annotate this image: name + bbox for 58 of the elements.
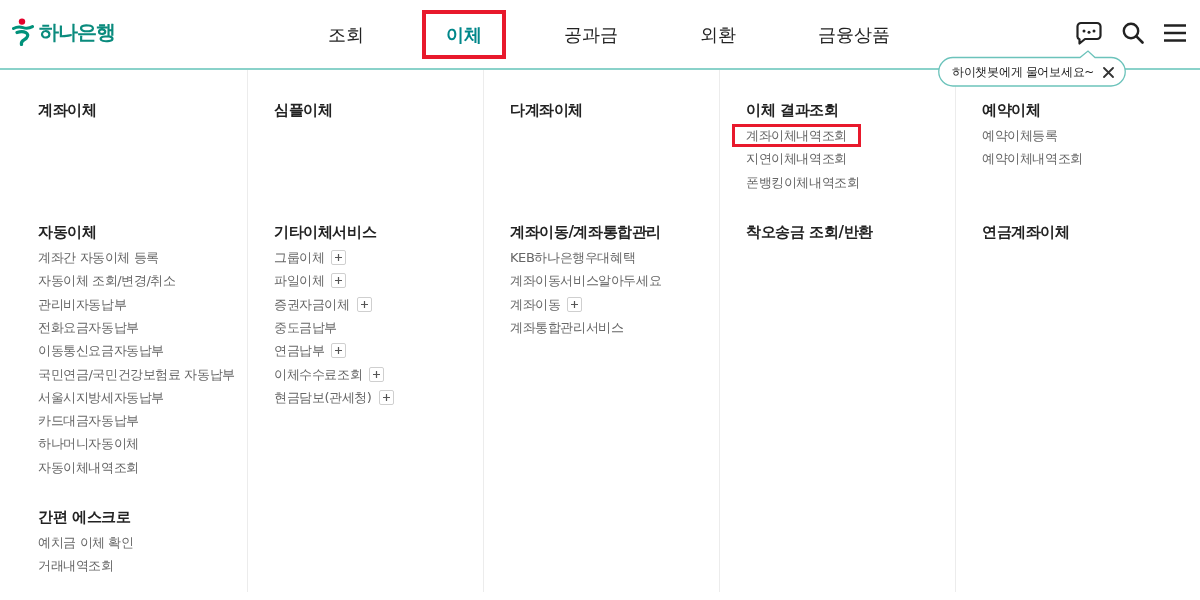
- menu-link[interactable]: KEB하나은행우대혜택: [510, 246, 636, 270]
- menu-link[interactable]: 관리비자동납부: [38, 292, 127, 316]
- menu-heading[interactable]: 자동이체: [38, 221, 228, 242]
- menu-link[interactable]: 그룹이체: [274, 246, 325, 270]
- menu-link[interactable]: 지연이체내역조회: [746, 147, 847, 171]
- menu-link[interactable]: 서울시지방세자동납부: [38, 385, 164, 409]
- plus-icon[interactable]: [331, 343, 347, 359]
- menu-link[interactable]: 파일이체: [274, 269, 325, 293]
- menu-link[interactable]: 예약이체내역조회: [982, 147, 1083, 171]
- menu-link[interactable]: 전화요금자동납부: [38, 315, 139, 339]
- menu-link[interactable]: 이체수수료조회: [274, 362, 363, 386]
- menu-heading[interactable]: 연금계좌이체: [982, 221, 1171, 242]
- menu-heading[interactable]: 심플이체: [274, 100, 464, 120]
- plus-icon[interactable]: [378, 389, 394, 405]
- menu-link[interactable]: 계좌간 자동이체 등록: [38, 246, 159, 270]
- chatbot-button[interactable]: [1076, 21, 1102, 45]
- menu-heading[interactable]: 예약이체: [982, 100, 1171, 120]
- menu-heading[interactable]: 다계좌이체: [510, 100, 700, 120]
- menu-button[interactable]: [1164, 24, 1186, 42]
- plus-icon[interactable]: [331, 273, 347, 289]
- menu-link[interactable]: 중도금납부: [274, 315, 337, 339]
- menu-link[interactable]: 계좌이동서비스알아두세요: [510, 269, 662, 293]
- menu-heading[interactable]: 기타이체서비스: [274, 221, 464, 242]
- nav-tab[interactable]: 이체: [422, 10, 506, 59]
- menu-heading[interactable]: 착오송금 조회/반환: [746, 221, 936, 242]
- logo-text[interactable]: 하나은행: [39, 18, 115, 46]
- menu-icon: [1164, 24, 1186, 42]
- chat-bubble-icon: [1076, 21, 1102, 45]
- menu-link[interactable]: 국민연금/국민건강보험료 자동납부: [38, 362, 235, 386]
- menu-link[interactable]: 자동이체내역조회: [38, 455, 139, 479]
- menu-link[interactable]: 카드대금자동납부: [38, 409, 139, 433]
- search-icon: [1122, 22, 1144, 44]
- menu-link[interactable]: 폰뱅킹이체내역조회: [746, 170, 860, 194]
- menu-link[interactable]: 거래내역조회: [38, 554, 114, 578]
- logo-icon[interactable]: [12, 18, 34, 46]
- menu-link[interactable]: 계좌통합관리서비스: [510, 315, 624, 339]
- menu-link[interactable]: 이동통신요금자동납부: [38, 339, 164, 363]
- menu-link[interactable]: 하나머니자동이체: [38, 432, 139, 456]
- plus-icon[interactable]: [369, 366, 385, 382]
- menu-link[interactable]: 계좌이동: [510, 292, 561, 316]
- close-icon: [1103, 66, 1114, 78]
- menu-link[interactable]: 자동이체 조회/변경/취소: [38, 269, 176, 293]
- menu-heading[interactable]: 이체 결과조회: [746, 100, 936, 120]
- menu-heading[interactable]: 계좌이동/계좌통합관리: [510, 221, 700, 242]
- menu-link[interactable]: 계좌이체내역조회: [732, 124, 861, 148]
- search-button[interactable]: [1122, 22, 1144, 44]
- plus-icon[interactable]: [331, 250, 347, 266]
- plus-icon[interactable]: [356, 296, 372, 312]
- close-button[interactable]: [1103, 66, 1114, 78]
- tooltip-text: 하이챗봇에게 물어보세요~: [952, 63, 1094, 81]
- menu-link[interactable]: 증권자금이체: [274, 292, 350, 316]
- menu-link[interactable]: 예치금 이체 확인: [38, 531, 134, 554]
- menu-link[interactable]: 연금납부: [274, 339, 325, 363]
- menu-link[interactable]: 현금담보(관세청): [274, 385, 372, 409]
- menu-link[interactable]: 예약이체등록: [982, 124, 1058, 148]
- plus-icon[interactable]: [567, 296, 583, 312]
- menu-heading[interactable]: 계좌이체: [38, 100, 228, 120]
- menu-heading[interactable]: 간편 에스크로: [38, 506, 228, 527]
